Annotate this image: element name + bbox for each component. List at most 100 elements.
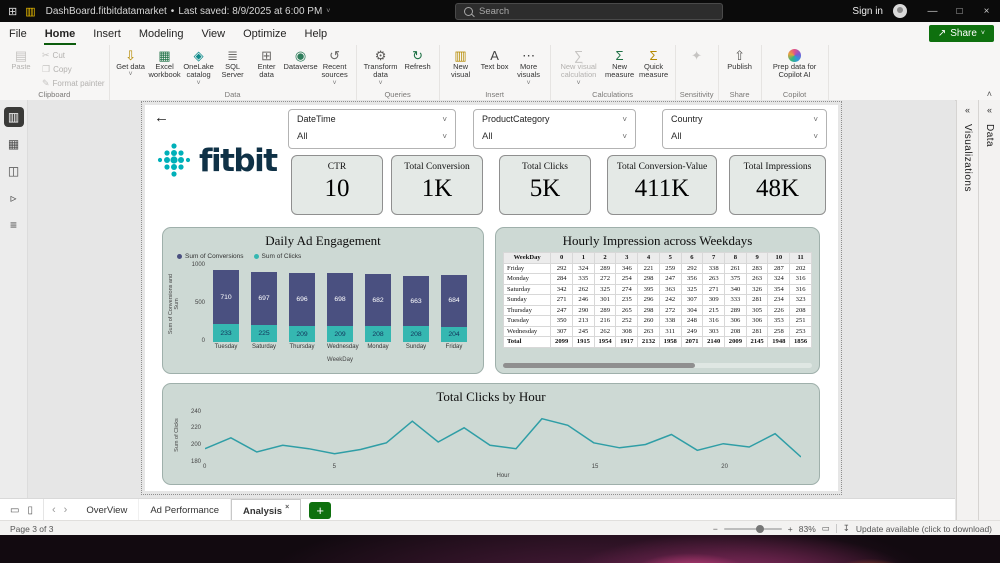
matrix-cell[interactable]: 221	[637, 262, 660, 274]
bar-segment-conversions[interactable]: 684	[441, 274, 467, 327]
kpi-card-ctr[interactable]: CTR 10	[291, 155, 383, 215]
matrix-column-header[interactable]: 5	[658, 252, 682, 264]
data-pane-collapsed[interactable]: « Data	[978, 100, 1000, 520]
matrix-cell[interactable]: 316	[789, 283, 812, 295]
menu-tab-optimize[interactable]: Optimize	[234, 22, 295, 45]
matrix-cell[interactable]: 226	[767, 304, 791, 316]
matrix-cell[interactable]: 306	[745, 315, 769, 327]
bar-tuesday[interactable]: 710 233	[213, 270, 239, 342]
legend-item-sum-of-clicks[interactable]: Sum of Clicks	[253, 253, 301, 260]
bar-segment-clicks[interactable]: 209	[327, 326, 353, 342]
menu-tab-insert[interactable]: Insert	[84, 22, 130, 45]
page-tab-ad-performance[interactable]: Ad Performance	[139, 499, 231, 521]
matrix-cell[interactable]: 263	[637, 325, 660, 337]
onelake-catalog-button[interactable]: ◈ OneLake catalog ˅	[182, 46, 216, 88]
matrix-cell[interactable]: 261	[724, 262, 747, 274]
matrix-column-header[interactable]: 8	[724, 252, 747, 264]
matrix-cell[interactable]: 325	[593, 283, 617, 295]
matrix-cell[interactable]: 281	[745, 294, 769, 306]
slicer-value-row[interactable]: All ˅	[482, 131, 627, 142]
matrix-column-header[interactable]: 3	[615, 252, 639, 264]
matrix-cell[interactable]: 308	[615, 325, 639, 337]
matrix-cell[interactable]: 272	[658, 304, 682, 316]
matrix-cell[interactable]: 258	[767, 325, 791, 337]
matrix-cell[interactable]: 316	[789, 273, 812, 285]
title-caret-icon[interactable]: ˅	[326, 8, 330, 15]
matrix-cell[interactable]: 254	[615, 273, 639, 285]
matrix-cell[interactable]: 242	[658, 294, 682, 306]
matrix-cell[interactable]: 252	[615, 315, 639, 327]
update-available-link[interactable]: Update available (click to download)	[856, 524, 992, 534]
kpi-card-total-clicks[interactable]: Total Clicks 5K	[499, 155, 591, 215]
matrix-cell[interactable]: 342	[550, 283, 573, 295]
fit-to-page-icon[interactable]: ▭	[822, 523, 830, 534]
matrix-cell[interactable]: 216	[593, 315, 617, 327]
excel-workbook-button[interactable]: ▦ Excel workbook	[148, 46, 182, 80]
slicer-header-caret-icon[interactable]: ˅	[442, 115, 447, 124]
bar-saturday[interactable]: 697 225	[251, 271, 277, 342]
matrix-cell[interactable]: 208	[724, 325, 747, 337]
matrix-cell[interactable]: 335	[572, 273, 595, 285]
matrix-cell[interactable]: 316	[702, 315, 726, 327]
matrix-cell[interactable]: 245	[572, 325, 595, 337]
dax-query-view-button[interactable]: ▹	[4, 188, 24, 208]
menu-tab-view[interactable]: View	[192, 22, 234, 45]
matrix-column-header[interactable]: 4	[637, 252, 660, 264]
report-view-button[interactable]: ▥	[3, 107, 24, 127]
close-button[interactable]: ×	[973, 0, 1000, 22]
matrix-cell[interactable]: 281	[745, 325, 769, 337]
bar-monday[interactable]: 682 208	[365, 274, 391, 342]
slicer-value-row[interactable]: All ˅	[297, 131, 447, 142]
matrix-cell[interactable]: 301	[593, 294, 617, 306]
matrix-cell[interactable]: 247	[550, 304, 573, 316]
collapse-ribbon-button[interactable]: ˄	[987, 89, 992, 99]
matrix-cell[interactable]: 298	[637, 304, 660, 316]
matrix-cell[interactable]: 274	[615, 283, 639, 295]
matrix-cell[interactable]: 307	[550, 325, 573, 337]
menu-tab-modeling[interactable]: Modeling	[130, 22, 193, 45]
matrix-cell[interactable]: 292	[550, 262, 573, 274]
slicer-dropdown-caret-icon[interactable]: ˅	[813, 132, 818, 141]
minimize-button[interactable]: —	[919, 0, 946, 22]
matrix-column-header[interactable]: 6	[680, 252, 704, 264]
bar-segment-clicks[interactable]: 204	[441, 326, 467, 342]
matrix-cell[interactable]: 251	[789, 315, 812, 327]
matrix-row[interactable]: Friday 292 324 289 346 221 259 292 338 261 283 287 2…	[502, 262, 812, 274]
matrix-cell[interactable]: 213	[572, 315, 595, 327]
previous-page-arrow[interactable]: ‹	[52, 504, 56, 516]
expand-visualizations-icon[interactable]: «	[965, 105, 970, 115]
kpi-card-total-impressions[interactable]: Total Impressions 48K	[729, 155, 826, 215]
matrix-cell[interactable]: 324	[767, 273, 791, 285]
transform-data-button[interactable]: ⚙ Transform data ˅	[361, 46, 401, 88]
app-grid-icon[interactable]: ⊞	[8, 5, 17, 18]
matrix-cell[interactable]: 292	[680, 262, 704, 274]
slicer-value-row[interactable]: All ˅	[671, 131, 818, 142]
line-series[interactable]	[205, 417, 801, 458]
new-page-button[interactable]: +	[309, 501, 332, 519]
bar-wednesday[interactable]: 698 209	[327, 273, 353, 342]
kpi-card-total-conversion[interactable]: Total Conversion 1K	[391, 155, 483, 215]
bar-segment-clicks[interactable]: 209	[289, 326, 315, 342]
bar-thursday[interactable]: 696 209	[289, 273, 315, 342]
tmdl-view-button[interactable]: ≡	[4, 215, 24, 235]
bar-segment-conversions[interactable]: 682	[365, 274, 391, 327]
zoom-slider-thumb[interactable]	[755, 524, 764, 533]
bar-segment-conversions[interactable]: 697	[251, 271, 277, 325]
matrix-cell[interactable]: 340	[724, 283, 747, 295]
matrix-cell[interactable]: 311	[658, 325, 682, 337]
search-input[interactable]: Search	[455, 3, 723, 20]
matrix-cell[interactable]: 338	[658, 315, 682, 327]
matrix-cell[interactable]: 305	[745, 304, 769, 316]
matrix-column-header[interactable]: 1	[572, 252, 595, 264]
matrix-row[interactable]: Saturday 342 262 325 274 395 363 325 271 340 326 35…	[502, 283, 812, 295]
matrix-cell[interactable]: Sunday	[502, 294, 552, 306]
matrix-cell[interactable]: 346	[615, 262, 639, 274]
matrix-scrollbar-thumb[interactable]	[503, 363, 695, 368]
sql-server-button[interactable]: ≣ SQL Server	[216, 46, 250, 80]
matrix-cell[interactable]: 289	[593, 304, 617, 316]
matrix-row[interactable]: Monday 284 335 272 254 298 247 356 263 375 263 324 3…	[502, 273, 812, 285]
matrix-column-header[interactable]: 0	[550, 252, 573, 264]
matrix-cell[interactable]: 307	[680, 294, 704, 306]
matrix-cell[interactable]: 325	[680, 283, 704, 295]
matrix-cell[interactable]: 375	[724, 273, 747, 285]
